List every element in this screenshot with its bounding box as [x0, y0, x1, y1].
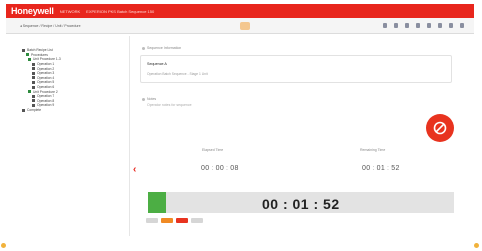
tree-item-label: Operation 5: [37, 80, 55, 85]
notes-value: Operator notes for sequence: [147, 103, 192, 107]
section-dot-icon: [142, 46, 145, 50]
status-chips: [146, 218, 203, 223]
tree-item-label: Operation 1: [37, 62, 55, 67]
tree-item-label: Unit Procedure 1-3: [33, 57, 61, 62]
nav-icon[interactable]: [383, 23, 387, 28]
tree-item-label: Operation 3: [37, 71, 55, 76]
title-segment-1: NETWORK: [59, 8, 81, 14]
list-icon[interactable]: [405, 23, 409, 28]
collapse-panel-chevron-icon[interactable]: ‹: [133, 164, 136, 175]
elapsed-time: 00:00:08: [201, 165, 239, 172]
user-icon[interactable]: [427, 23, 431, 28]
tree-node-icon: [22, 48, 25, 52]
sequence-card[interactable]: Sequence A Operation Batch Sequence - St…: [140, 55, 452, 83]
settings-icon[interactable]: [449, 23, 453, 28]
title-bar: Honeywell NETWORK EXPERION PKS Batch Seq…: [6, 4, 474, 18]
brand-logo: Honeywell: [11, 6, 54, 16]
close-icon[interactable]: [460, 23, 464, 28]
tree-node-icon: [32, 99, 35, 103]
left-panel: Batch Recipe List Procedures Unit Procedur…: [18, 36, 136, 236]
tree-item-label: Operation 6: [37, 85, 55, 90]
tree-node-icon: [22, 108, 25, 112]
status-chip[interactable]: [191, 218, 203, 223]
tree-item-label: Complete: [27, 108, 42, 113]
title-segment-2: EXPERION PKS Batch Sequence 150: [86, 8, 155, 14]
record-slash-icon: [433, 121, 447, 135]
elapsed-label: Elapsed Time: [202, 148, 224, 152]
card-line-1: Sequence A: [147, 62, 167, 66]
tree-node-icon: [32, 85, 35, 89]
status-chip[interactable]: [176, 218, 188, 223]
tree-item-label: Operation 2: [37, 66, 55, 71]
tree-item-label: Operation 9: [37, 103, 55, 108]
app-window: Honeywell NETWORK EXPERION PKS Batch Seq…: [0, 0, 482, 251]
tree-node-icon: [32, 80, 35, 84]
tree-node-icon: [32, 67, 35, 71]
toolbar: ◂ Sequence / Recipe / Unit / Procedure: [6, 18, 474, 34]
tree-item-label: Operation 7: [37, 94, 55, 99]
tree-item-label: Batch Recipe List: [27, 48, 53, 53]
bell-icon[interactable]: [416, 23, 420, 28]
status-chip[interactable]: [146, 218, 158, 223]
tree-item-label: Unit Procedure 2: [33, 89, 58, 94]
notes-label: Notes: [142, 97, 156, 101]
corner-marker-left-icon: [1, 243, 6, 248]
remaining-time: 00:01:52: [362, 165, 400, 172]
tree-node-icon: [32, 76, 35, 80]
tree-item-label: Operation 8: [37, 98, 55, 103]
section-label: Sequence Information: [142, 46, 181, 50]
status-chip[interactable]: [161, 218, 173, 223]
center-tab-icon[interactable]: [240, 22, 250, 30]
corner-marker-right-icon: [474, 243, 479, 248]
tree-node-icon: [32, 103, 35, 107]
grid-icon[interactable]: [394, 23, 398, 28]
progress-fill: [148, 192, 167, 213]
tree-node-icon: [32, 94, 35, 98]
tree-item-label: Procedures: [31, 52, 48, 57]
remaining-label: Remaining Time: [360, 148, 386, 152]
tree-node-icon: [32, 71, 35, 75]
help-icon[interactable]: [438, 23, 442, 28]
tree-item[interactable]: Complete: [22, 108, 61, 113]
breadcrumb[interactable]: ◂ Sequence / Recipe / Unit / Procedure: [20, 24, 81, 28]
tree-node-icon: [28, 90, 31, 94]
tree-item-label: Operation 4: [37, 75, 55, 80]
tree-node-icon: [32, 62, 35, 66]
countdown-time: 00 : 01 : 52: [262, 196, 340, 212]
record-button[interactable]: [426, 114, 454, 142]
card-line-2: Operation Batch Sequence - Stage 1 Unit: [147, 72, 208, 76]
toolbar-icons: [383, 23, 464, 28]
recipe-tree: Batch Recipe List Procedures Unit Procedur…: [22, 48, 61, 112]
notes-dot-icon: [142, 97, 145, 101]
tree-node-icon: [28, 57, 31, 61]
tree-node-icon: [26, 53, 29, 57]
